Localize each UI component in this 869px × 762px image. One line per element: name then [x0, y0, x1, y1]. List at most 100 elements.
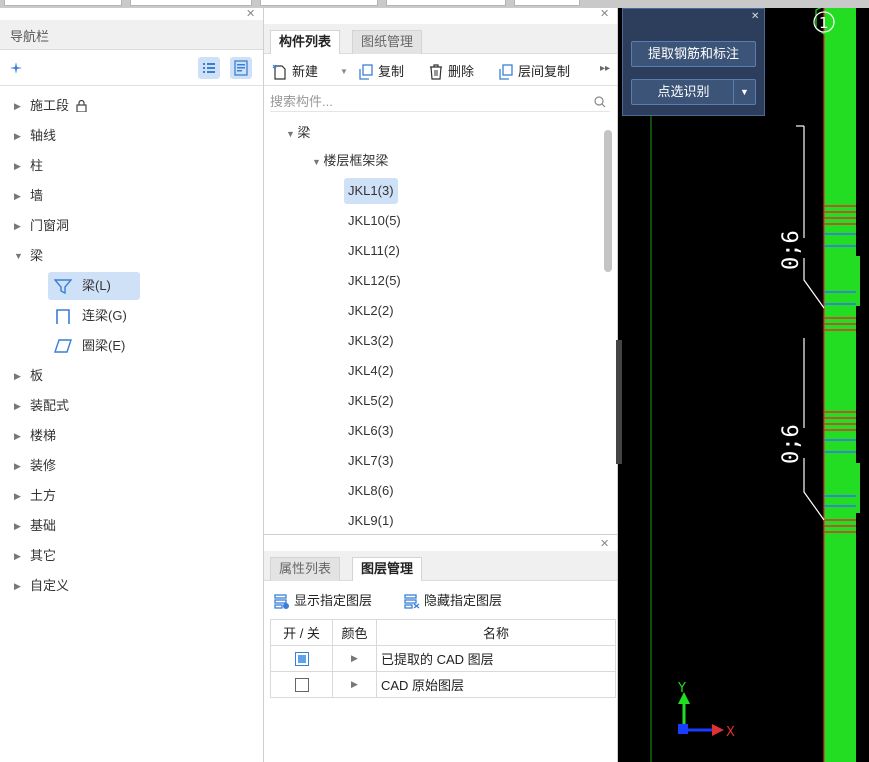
collapsed-arrow-icon: ▶: [14, 101, 21, 111]
layer-expand-arrow-icon[interactable]: ▶: [332, 645, 377, 672]
component-list-scrollbar[interactable]: [604, 130, 612, 272]
top-field-5[interactable]: [514, 0, 580, 6]
axis-y-label: Y: [677, 681, 686, 696]
more-tools-icon[interactable]: ▸▸: [600, 63, 610, 74]
lock-icon: [76, 100, 87, 112]
component-item[interactable]: JKL12(5): [348, 268, 401, 294]
nav-item-foundation[interactable]: ▶ 基础: [0, 512, 262, 540]
layer-checkbox-checked[interactable]: [294, 652, 309, 667]
dimension-label-1: 0;6: [779, 230, 804, 270]
component-item[interactable]: JKL2(2): [348, 298, 394, 324]
nav-item-other[interactable]: ▶ 其它: [0, 542, 262, 570]
layer-table-header: 开 / 关 颜色 名称: [270, 619, 616, 646]
beam-notch-edge: [856, 256, 860, 306]
component-item[interactable]: JKL3(2): [348, 328, 394, 354]
component-item[interactable]: JKL11(2): [348, 238, 400, 264]
hide-layer-button[interactable]: 隐藏指定图层: [404, 591, 528, 611]
search-icon[interactable]: [594, 96, 606, 108]
show-layer-icon: [274, 594, 289, 609]
nav-item-decoration[interactable]: ▶ 装修: [0, 452, 262, 480]
tab-component-list[interactable]: 构件列表: [270, 30, 341, 54]
nav-item-custom[interactable]: ▶ 自定义: [0, 572, 262, 600]
chevron-down-icon[interactable]: ▼: [733, 80, 755, 104]
component-item[interactable]: JKL8(6): [348, 478, 394, 504]
chevron-down-icon: ▼: [340, 67, 348, 76]
nav-subitem-link-beam[interactable]: 连梁(G): [48, 302, 140, 330]
rebar-extract-dialog: ✕ 提取钢筋和标注 点选识别 ▼: [622, 8, 765, 116]
nav-item-earthwork[interactable]: ▶ 土方: [0, 482, 262, 510]
nav-subitem-ring-beam[interactable]: 圈梁(E): [48, 332, 140, 360]
nav-item-column[interactable]: ▶ 柱: [0, 152, 262, 180]
component-item[interactable]: JKL7(3): [348, 448, 394, 474]
list-icon: [203, 63, 215, 73]
layer-table: 开 / 关 颜色 名称 ▶ 已提取的 CAD 图层 ▶ CAD 原始图层: [270, 619, 616, 698]
layer-name: CAD 原始图层: [376, 671, 616, 698]
link-beam-icon: [56, 309, 70, 324]
layer-panel-close-icon[interactable]: ✕: [600, 537, 609, 550]
expanded-arrow-icon: ▼: [14, 251, 23, 261]
nav-item-beam[interactable]: ▼ 梁: [0, 242, 262, 270]
detail-view-button[interactable]: [230, 57, 252, 79]
beam-icon: [54, 279, 72, 294]
nav-item-axis[interactable]: ▶ 轴线: [0, 122, 262, 150]
cad-viewport[interactable]: 0;6 0;6 1 Y X ✕ 提取钢筋和标注 点选识别 ▼: [618, 8, 869, 762]
component-search-input[interactable]: [270, 92, 610, 112]
floor-copy-button[interactable]: 层间复制: [498, 62, 584, 82]
tree-root-beam[interactable]: ▼ 梁: [286, 120, 310, 146]
new-button[interactable]: 新建 ▼: [272, 62, 354, 82]
component-toolbar: 新建 ▼ 复制 删除 层间复制 ▸▸: [264, 56, 617, 86]
component-item[interactable]: JKL5(2): [348, 388, 394, 414]
cad-drawing: 0;6 0;6 1 Y X: [650, 8, 869, 762]
tree-group-floor-frame-beam[interactable]: ▼ 楼层框架梁: [312, 148, 388, 174]
collapsed-arrow-icon: ▶: [14, 521, 21, 531]
copy-button[interactable]: 复制: [358, 62, 414, 82]
top-field-1[interactable]: [4, 0, 122, 6]
nav-item-openings[interactable]: ▶ 门窗洞: [0, 212, 262, 240]
collapsed-arrow-icon: ▶: [14, 401, 21, 411]
component-item[interactable]: JKL10(5): [348, 208, 401, 234]
component-item[interactable]: JKL4(2): [348, 358, 394, 384]
new-file-icon: [272, 64, 286, 80]
expanded-arrow-icon: ▼: [312, 157, 324, 167]
layer-checkbox[interactable]: [294, 678, 309, 693]
layer-tabbar: 属性列表 图层管理: [264, 551, 617, 581]
panel-splitter-handle[interactable]: [616, 340, 622, 464]
component-item[interactable]: JKL9(1): [348, 508, 394, 534]
nav-item-slab[interactable]: ▶ 板: [0, 362, 262, 390]
table-row: ▶ 已提取的 CAD 图层: [270, 645, 616, 672]
nav-item-construction-segment[interactable]: ▶ 施工段: [0, 92, 262, 120]
extract-rebar-button[interactable]: 提取钢筋和标注: [631, 41, 756, 67]
show-layer-button[interactable]: 显示指定图层: [274, 591, 398, 611]
top-field-3[interactable]: [260, 0, 378, 6]
nav-item-wall[interactable]: ▶ 墙: [0, 182, 262, 210]
tab-property-list[interactable]: 属性列表: [270, 557, 341, 581]
beam-body: [824, 8, 856, 762]
collapsed-arrow-icon: ▶: [14, 551, 21, 561]
component-panel-close-icon[interactable]: ✕: [600, 7, 609, 20]
top-toolbar-strip: [0, 0, 869, 8]
component-item[interactable]: JKL1(3): [344, 178, 398, 204]
tab-drawing-management[interactable]: 图纸管理: [352, 30, 423, 54]
collapsed-arrow-icon: ▶: [14, 491, 21, 501]
component-tabbar: 构件列表 图纸管理: [264, 24, 617, 54]
nav-title: 导航栏: [0, 20, 263, 50]
collapsed-arrow-icon: ▶: [14, 221, 21, 231]
top-field-2[interactable]: [130, 0, 252, 6]
nav-subitem-beam[interactable]: 梁(L): [48, 272, 140, 300]
column-header-toggle: 开 / 关: [270, 619, 333, 646]
table-row: ▶ CAD 原始图层: [270, 671, 616, 698]
sparkle-icon[interactable]: [10, 62, 22, 74]
nav-item-prefab[interactable]: ▶ 装配式: [0, 392, 262, 420]
top-field-4[interactable]: [386, 0, 506, 6]
pick-recognize-button[interactable]: 点选识别 ▼: [631, 79, 756, 105]
dialog-close-icon[interactable]: ✕: [751, 11, 759, 22]
tab-layer-management[interactable]: 图层管理: [352, 557, 423, 581]
delete-button[interactable]: 删除: [428, 62, 484, 82]
layer-expand-arrow-icon[interactable]: ▶: [332, 671, 377, 698]
nav-item-stairs[interactable]: ▶ 楼梯: [0, 422, 262, 450]
component-item[interactable]: JKL6(3): [348, 418, 394, 444]
list-view-button[interactable]: [198, 57, 220, 79]
column-header-color: 颜色: [332, 619, 377, 646]
nav-close-icon[interactable]: ✕: [246, 7, 255, 20]
component-list-panel: ✕ 构件列表 图纸管理 新建 ▼ 复制 删除 层间复制 ▸▸ ▼ 梁 ▼ 楼层框…: [264, 8, 618, 534]
